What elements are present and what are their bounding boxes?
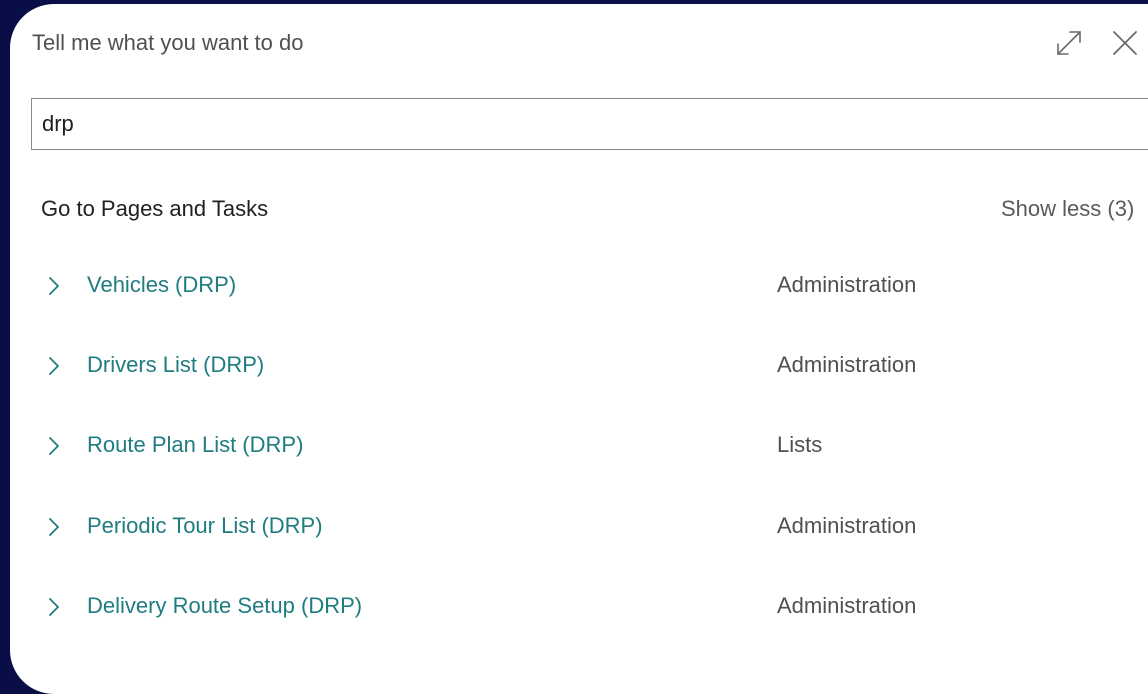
chevron-right-icon: [49, 518, 59, 536]
chevron-right-icon: [49, 598, 59, 616]
expand-button[interactable]: [1052, 26, 1086, 60]
show-less-link[interactable]: Show less (3): [1001, 196, 1134, 222]
close-button[interactable]: [1108, 26, 1142, 60]
expand-icon: [1057, 31, 1081, 55]
chevron-right-icon: [49, 357, 59, 375]
result-row-delivery-route-setup[interactable]: Delivery Route Setup (DRP) Administratio…: [10, 575, 1148, 639]
chevron-right-icon: [49, 277, 59, 295]
result-row-vehicles[interactable]: Vehicles (DRP) Administration: [10, 254, 1148, 318]
search-input[interactable]: [31, 98, 1148, 150]
result-category: Administration: [777, 513, 917, 538]
result-row-drivers-list[interactable]: Drivers List (DRP) Administration: [10, 334, 1148, 398]
result-name[interactable]: Drivers List (DRP): [87, 352, 264, 378]
result-row-periodic-tour-list[interactable]: Periodic Tour List (DRP) Administration: [10, 495, 1148, 559]
tell-me-dialog: Tell me what you want to do Go to Pages …: [10, 4, 1148, 694]
chevron-right-icon: [49, 437, 59, 455]
result-row-route-plan-list[interactable]: Route Plan List (DRP) Lists: [10, 414, 1148, 478]
close-icon: [1113, 31, 1137, 55]
dialog-title: Tell me what you want to do: [32, 30, 304, 55]
result-name[interactable]: Periodic Tour List (DRP): [87, 513, 323, 539]
result-name[interactable]: Vehicles (DRP): [87, 272, 236, 298]
result-category: Administration: [777, 272, 917, 297]
result-category: Lists: [777, 432, 823, 457]
result-category: Administration: [777, 352, 917, 377]
section-title: Go to Pages and Tasks: [41, 196, 269, 221]
result-category: Administration: [777, 593, 917, 618]
result-name[interactable]: Route Plan List (DRP): [87, 432, 303, 458]
result-name[interactable]: Delivery Route Setup (DRP): [87, 593, 362, 619]
